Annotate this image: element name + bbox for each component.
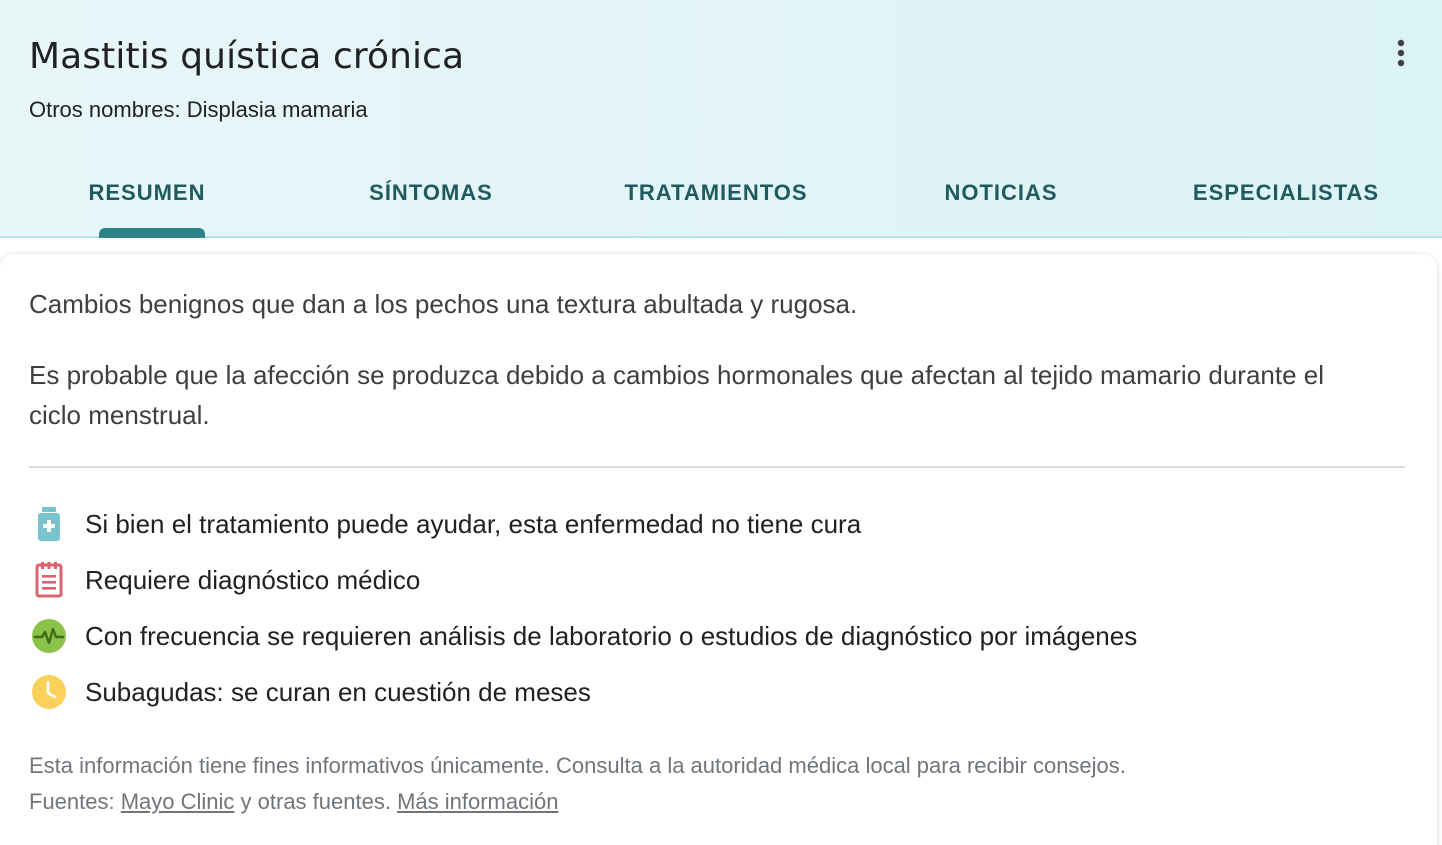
fact-text: Subagudas: se curan en cuestión de meses xyxy=(85,676,591,707)
sources-line: Fuentes: Mayo Clinic y otras fuentes. Má… xyxy=(29,789,558,815)
tab-label: ESPECIALISTAS xyxy=(1192,180,1380,205)
fact-item-diagnosis: Requiere diagnóstico médico xyxy=(29,560,1409,600)
fact-text: Con frecuencia se requieren análisis de … xyxy=(85,620,1138,651)
fact-text: Requiere diagnóstico médico xyxy=(85,564,421,595)
more-options-button[interactable] xyxy=(1383,34,1419,74)
panel-header: Mastitis quística crónica Otros nombres:… xyxy=(0,0,1442,238)
tab-label: NOTICIAS xyxy=(944,180,1058,205)
tab-label: SÍNTOMAS xyxy=(369,180,493,205)
pulse-icon xyxy=(29,616,69,656)
tab-label: RESUMEN xyxy=(88,180,206,205)
more-vert-icon xyxy=(1397,39,1405,67)
mayo-clinic-link[interactable]: Mayo Clinic xyxy=(121,789,235,814)
more-info-link[interactable]: Más información xyxy=(397,789,558,814)
fact-item-tests: Con frecuencia se requieren análisis de … xyxy=(29,616,1409,656)
clipboard-icon xyxy=(29,560,69,600)
clock-icon xyxy=(29,672,69,712)
tab-especialistas[interactable]: ESPECIALISTAS xyxy=(1144,170,1428,238)
fact-item-duration: Subagudas: se curan en cuestión de meses xyxy=(29,672,1409,712)
summary-description: Cambios benignos que dan a los pechos un… xyxy=(29,289,858,319)
tab-sintomas[interactable]: SÍNTOMAS xyxy=(289,170,573,238)
page-title: Mastitis quística crónica xyxy=(29,36,465,77)
other-names: Otros nombres: Displasia mamaria xyxy=(29,97,368,122)
tab-tratamientos[interactable]: TRATAMIENTOS xyxy=(574,170,858,238)
knowledge-panel: Mastitis quística crónica Otros nombres:… xyxy=(0,0,1442,845)
tab-noticias[interactable]: NOTICIAS xyxy=(859,170,1143,238)
medicine-bottle-icon xyxy=(29,504,69,544)
sources-middle: y otras fuentes. xyxy=(234,789,398,814)
summary-cause: Es probable que la afección se produzca … xyxy=(29,360,1325,430)
tab-label: TRATAMIENTOS xyxy=(624,180,808,205)
active-tab-indicator xyxy=(99,228,205,238)
tab-resumen[interactable]: RESUMEN xyxy=(5,170,289,238)
divider xyxy=(29,466,1405,468)
sources-prefix: Fuentes: xyxy=(29,789,121,814)
fact-item-treatment: Si bien el tratamiento puede ayudar, est… xyxy=(29,504,1409,544)
fact-text: Si bien el tratamiento puede ayudar, est… xyxy=(85,508,862,539)
tab-bar: RESUMEN SÍNTOMAS TRATAMIENTOS NOTICIAS E… xyxy=(0,170,1442,238)
disclaimer-text: Esta información tiene fines informativo… xyxy=(29,753,1126,778)
